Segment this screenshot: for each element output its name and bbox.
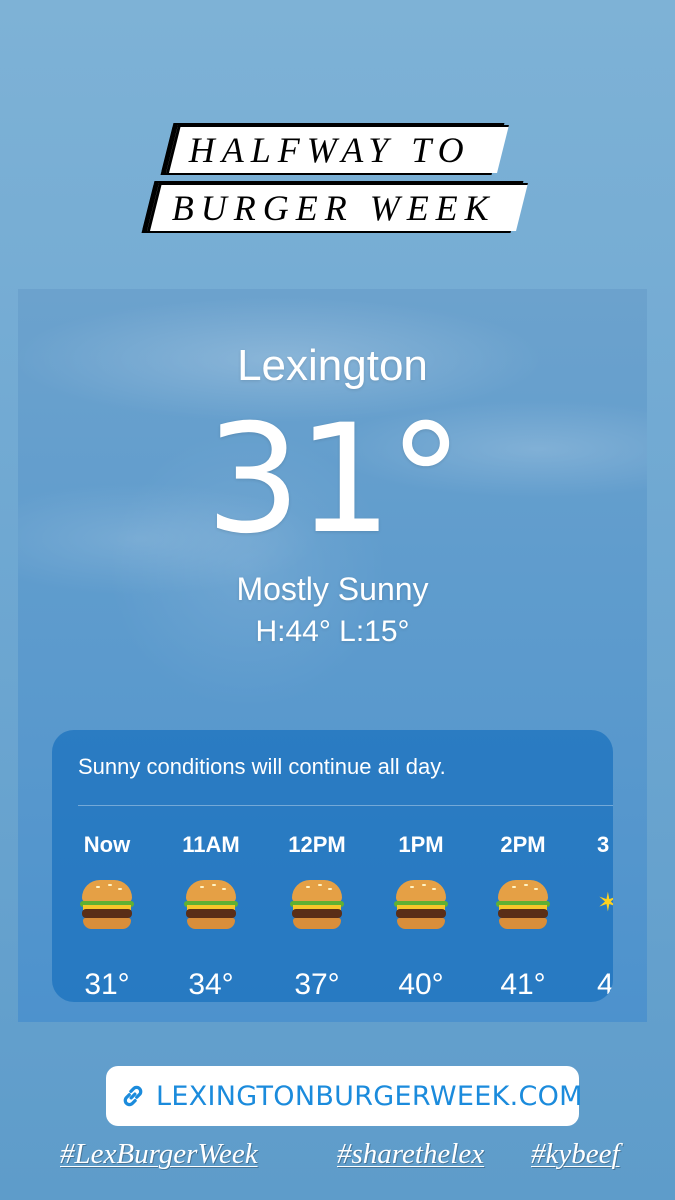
hour-column-3pm-partial: 3 ✶ 4 (597, 830, 613, 1002)
hour-label: 12PM (288, 832, 346, 857)
title-line-2: BURGER WEEK (171, 188, 496, 228)
hour-temperature: 31° (84, 968, 130, 1001)
burger-icon (290, 880, 344, 930)
hour-temperature: 37° (294, 968, 340, 1001)
hourly-forecast-panel: Sunny conditions will continue all day. … (52, 730, 613, 1002)
high-low-temperature: H:44° L:15° (255, 615, 410, 648)
burger-icon (394, 880, 448, 930)
hashtag-sharethelex[interactable]: #sharethelex (337, 1138, 484, 1171)
website-link-text[interactable]: LEXINGTONBURGERWEEK.COM (156, 1081, 583, 1112)
hour-column-12pm: 12PM 37° (272, 830, 362, 1002)
forecast-divider (78, 805, 613, 806)
current-temperature: 31° (205, 393, 464, 567)
hour-column-1pm: 1PM 40° (376, 830, 466, 1002)
hour-column-2pm: 2PM 41° (478, 830, 568, 1002)
weather-condition: Mostly Sunny (236, 571, 429, 607)
hour-column-11am: 11AM 34° (166, 830, 256, 1002)
title-line-1: HALFWAY TO (188, 130, 471, 170)
sun-icon: ✶ (597, 887, 613, 917)
title-banner-line-1: HALFWAY TO (166, 125, 509, 173)
hour-temperature: 34° (188, 968, 234, 1001)
hour-column-now: Now 31° (62, 830, 152, 1002)
hour-temperature: 41° (500, 968, 546, 1001)
burger-icon (184, 880, 238, 930)
burger-icon (80, 880, 134, 930)
hour-label: 3 (597, 832, 610, 857)
hour-label: 11AM (182, 832, 240, 857)
link-icon (123, 1085, 143, 1107)
hour-label: Now (83, 832, 131, 857)
website-link-sticker[interactable]: LEXINGTONBURGERWEEK.COM (106, 1066, 582, 1126)
burger-icon (496, 880, 550, 930)
hour-label: 2PM (500, 832, 546, 857)
title-banner-line-2: BURGER WEEK (147, 183, 528, 231)
hour-label: 1PM (398, 832, 444, 857)
weather-screenshot: Lexington 31° Mostly Sunny H:44° L:15° S… (18, 289, 647, 1022)
city-name: Lexington (237, 341, 428, 390)
forecast-summary: Sunny conditions will continue all day. (78, 754, 446, 779)
hashtag-lexburgerweek[interactable]: #LexBurgerWeek (60, 1138, 258, 1171)
hour-temperature: 40° (398, 968, 444, 1001)
hashtag-kybeef[interactable]: #kybeef (531, 1138, 620, 1171)
hour-temperature: 4 (597, 968, 613, 1001)
